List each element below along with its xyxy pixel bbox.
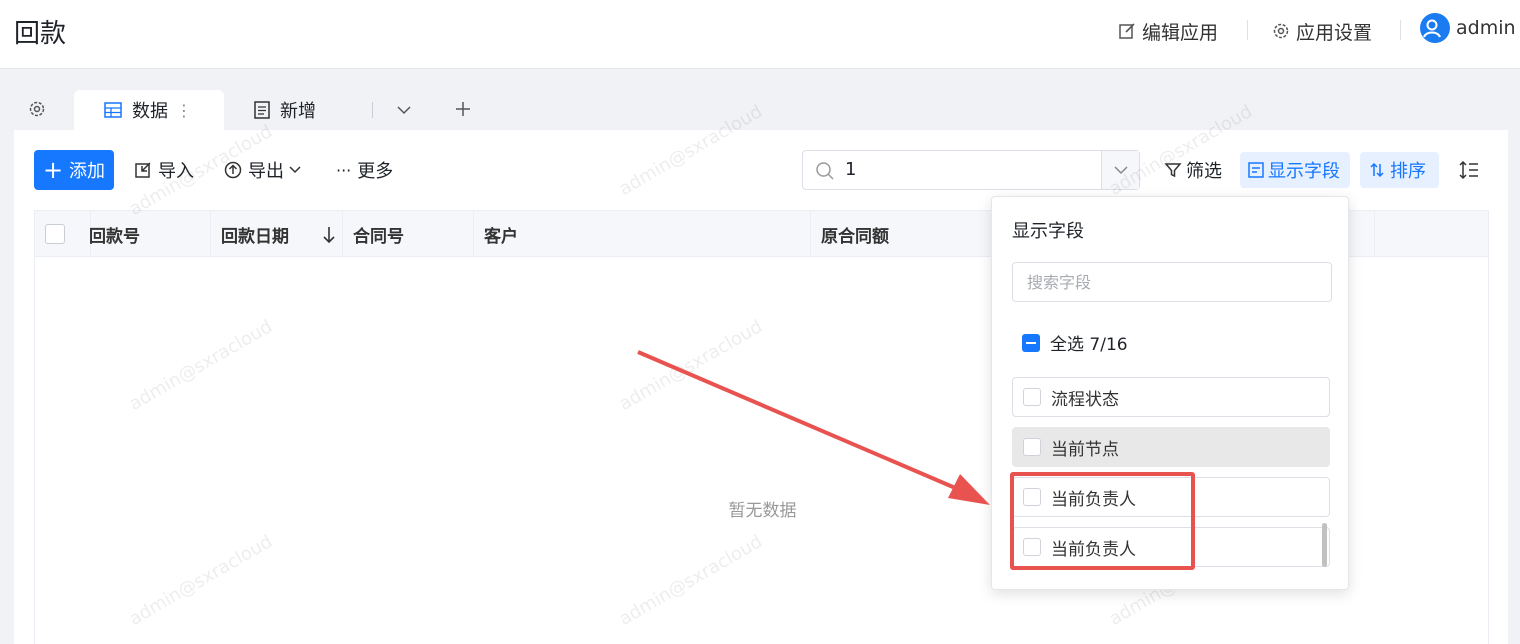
annotation-arrow-icon: [637, 350, 990, 505]
